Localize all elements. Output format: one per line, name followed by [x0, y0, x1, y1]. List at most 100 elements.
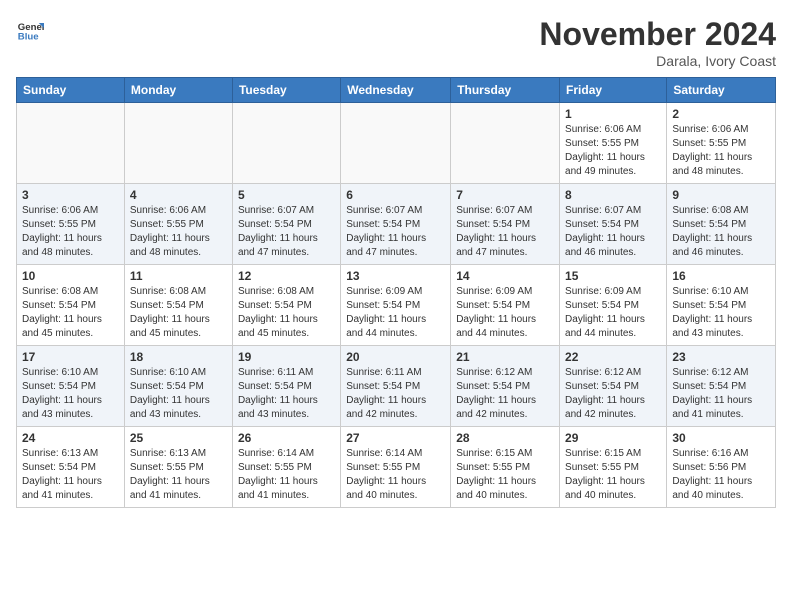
location: Darala, Ivory Coast [539, 53, 776, 69]
day-info: Sunrise: 6:07 AM Sunset: 5:54 PM Dayligh… [346, 204, 445, 260]
month-title: November 2024 [539, 16, 776, 53]
day-cell: 6 Sunrise: 6:07 AM Sunset: 5:54 PM Daylig… [341, 184, 451, 265]
day-cell: 29 Sunrise: 6:15 AM Sunset: 5:55 PM Dayli… [560, 427, 667, 508]
week-row-2: 3 Sunrise: 6:06 AM Sunset: 5:55 PM Daylig… [17, 184, 776, 265]
day-info: Sunrise: 6:10 AM Sunset: 5:54 PM Dayligh… [672, 285, 770, 341]
day-number: 16 [672, 269, 770, 283]
weekday-header-wednesday: Wednesday [341, 78, 451, 103]
day-number: 19 [238, 350, 335, 364]
day-info: Sunrise: 6:15 AM Sunset: 5:55 PM Dayligh… [565, 447, 661, 503]
page-header: General Blue November 2024 Darala, Ivory… [16, 16, 776, 69]
day-info: Sunrise: 6:07 AM Sunset: 5:54 PM Dayligh… [456, 204, 554, 260]
day-number: 7 [456, 188, 554, 202]
day-cell [232, 103, 340, 184]
day-cell: 11 Sunrise: 6:08 AM Sunset: 5:54 PM Dayli… [124, 265, 232, 346]
day-number: 12 [238, 269, 335, 283]
day-info: Sunrise: 6:13 AM Sunset: 5:54 PM Dayligh… [22, 447, 119, 503]
day-info: Sunrise: 6:11 AM Sunset: 5:54 PM Dayligh… [346, 366, 445, 422]
day-number: 15 [565, 269, 661, 283]
day-cell: 18 Sunrise: 6:10 AM Sunset: 5:54 PM Dayli… [124, 346, 232, 427]
weekday-header-friday: Friday [560, 78, 667, 103]
day-cell: 9 Sunrise: 6:08 AM Sunset: 5:54 PM Daylig… [667, 184, 776, 265]
day-number: 21 [456, 350, 554, 364]
day-number: 13 [346, 269, 445, 283]
day-cell: 26 Sunrise: 6:14 AM Sunset: 5:55 PM Dayli… [232, 427, 340, 508]
day-info: Sunrise: 6:08 AM Sunset: 5:54 PM Dayligh… [672, 204, 770, 260]
day-cell [17, 103, 125, 184]
day-info: Sunrise: 6:07 AM Sunset: 5:54 PM Dayligh… [565, 204, 661, 260]
weekday-header-saturday: Saturday [667, 78, 776, 103]
day-info: Sunrise: 6:08 AM Sunset: 5:54 PM Dayligh… [238, 285, 335, 341]
day-info: Sunrise: 6:14 AM Sunset: 5:55 PM Dayligh… [346, 447, 445, 503]
day-info: Sunrise: 6:06 AM Sunset: 5:55 PM Dayligh… [130, 204, 227, 260]
day-number: 2 [672, 107, 770, 121]
day-number: 17 [22, 350, 119, 364]
day-info: Sunrise: 6:12 AM Sunset: 5:54 PM Dayligh… [565, 366, 661, 422]
day-cell: 8 Sunrise: 6:07 AM Sunset: 5:54 PM Daylig… [560, 184, 667, 265]
day-cell: 13 Sunrise: 6:09 AM Sunset: 5:54 PM Dayli… [341, 265, 451, 346]
day-cell: 7 Sunrise: 6:07 AM Sunset: 5:54 PM Daylig… [451, 184, 560, 265]
day-info: Sunrise: 6:11 AM Sunset: 5:54 PM Dayligh… [238, 366, 335, 422]
day-info: Sunrise: 6:06 AM Sunset: 5:55 PM Dayligh… [672, 123, 770, 179]
day-info: Sunrise: 6:07 AM Sunset: 5:54 PM Dayligh… [238, 204, 335, 260]
day-number: 25 [130, 431, 227, 445]
logo: General Blue [16, 16, 44, 44]
day-info: Sunrise: 6:10 AM Sunset: 5:54 PM Dayligh… [130, 366, 227, 422]
day-cell: 5 Sunrise: 6:07 AM Sunset: 5:54 PM Daylig… [232, 184, 340, 265]
day-number: 23 [672, 350, 770, 364]
day-cell: 28Sunrise: 6:15 AM Sunset: 5:55 PM Dayli… [451, 427, 560, 508]
day-cell: 24 Sunrise: 6:13 AM Sunset: 5:54 PM Dayli… [17, 427, 125, 508]
day-number: 29 [565, 431, 661, 445]
day-number: 20 [346, 350, 445, 364]
day-number: 9 [672, 188, 770, 202]
day-info: Sunrise: 6:16 AM Sunset: 5:56 PM Dayligh… [672, 447, 770, 503]
day-info: Sunrise: 6:06 AM Sunset: 5:55 PM Dayligh… [565, 123, 661, 179]
day-info: Sunrise: 6:12 AM Sunset: 5:54 PM Dayligh… [672, 366, 770, 422]
week-row-4: 17 Sunrise: 6:10 AM Sunset: 5:54 PM Dayli… [17, 346, 776, 427]
day-cell: 19 Sunrise: 6:11 AM Sunset: 5:54 PM Dayli… [232, 346, 340, 427]
day-cell [451, 103, 560, 184]
day-cell: 14 Sunrise: 6:09 AM Sunset: 5:54 PM Dayli… [451, 265, 560, 346]
day-cell: 15 Sunrise: 6:09 AM Sunset: 5:54 PM Dayli… [560, 265, 667, 346]
day-number: 26 [238, 431, 335, 445]
day-cell: 25Sunrise: 6:13 AM Sunset: 5:55 PM Dayli… [124, 427, 232, 508]
day-cell: 30Sunrise: 6:16 AM Sunset: 5:56 PM Dayli… [667, 427, 776, 508]
weekday-header-monday: Monday [124, 78, 232, 103]
day-cell: 17Sunrise: 6:10 AM Sunset: 5:54 PM Dayli… [17, 346, 125, 427]
day-number: 6 [346, 188, 445, 202]
day-cell: 21 Sunrise: 6:12 AM Sunset: 5:54 PM Dayli… [451, 346, 560, 427]
weekday-header-sunday: Sunday [17, 78, 125, 103]
day-number: 4 [130, 188, 227, 202]
day-info: Sunrise: 6:08 AM Sunset: 5:54 PM Dayligh… [22, 285, 119, 341]
title-block: November 2024 Darala, Ivory Coast [539, 16, 776, 69]
day-cell: 10 Sunrise: 6:08 AM Sunset: 5:54 PM Dayli… [17, 265, 125, 346]
day-number: 8 [565, 188, 661, 202]
day-cell: 20 Sunrise: 6:11 AM Sunset: 5:54 PM Dayli… [341, 346, 451, 427]
week-row-5: 24 Sunrise: 6:13 AM Sunset: 5:54 PM Dayli… [17, 427, 776, 508]
day-number: 10 [22, 269, 119, 283]
day-info: Sunrise: 6:12 AM Sunset: 5:54 PM Dayligh… [456, 366, 554, 422]
weekday-header-tuesday: Tuesday [232, 78, 340, 103]
day-number: 14 [456, 269, 554, 283]
day-cell: 12 Sunrise: 6:08 AM Sunset: 5:54 PM Dayli… [232, 265, 340, 346]
day-info: Sunrise: 6:14 AM Sunset: 5:55 PM Dayligh… [238, 447, 335, 503]
day-cell: 1 Sunrise: 6:06 AM Sunset: 5:55 PM Daylig… [560, 103, 667, 184]
day-number: 3 [22, 188, 119, 202]
weekday-header-thursday: Thursday [451, 78, 560, 103]
day-info: Sunrise: 6:09 AM Sunset: 5:54 PM Dayligh… [565, 285, 661, 341]
day-cell [341, 103, 451, 184]
day-number: 11 [130, 269, 227, 283]
logo-icon: General Blue [16, 16, 44, 44]
day-number: 5 [238, 188, 335, 202]
day-cell: 27 Sunrise: 6:14 AM Sunset: 5:55 PM Dayli… [341, 427, 451, 508]
day-number: 24 [22, 431, 119, 445]
day-cell: 22Sunrise: 6:12 AM Sunset: 5:54 PM Dayli… [560, 346, 667, 427]
day-info: Sunrise: 6:09 AM Sunset: 5:54 PM Dayligh… [456, 285, 554, 341]
day-info: Sunrise: 6:09 AM Sunset: 5:54 PM Dayligh… [346, 285, 445, 341]
day-number: 18 [130, 350, 227, 364]
day-number: 27 [346, 431, 445, 445]
day-number: 1 [565, 107, 661, 121]
day-info: Sunrise: 6:08 AM Sunset: 5:54 PM Dayligh… [130, 285, 227, 341]
day-cell: 23 Sunrise: 6:12 AM Sunset: 5:54 PM Dayli… [667, 346, 776, 427]
day-number: 28 [456, 431, 554, 445]
